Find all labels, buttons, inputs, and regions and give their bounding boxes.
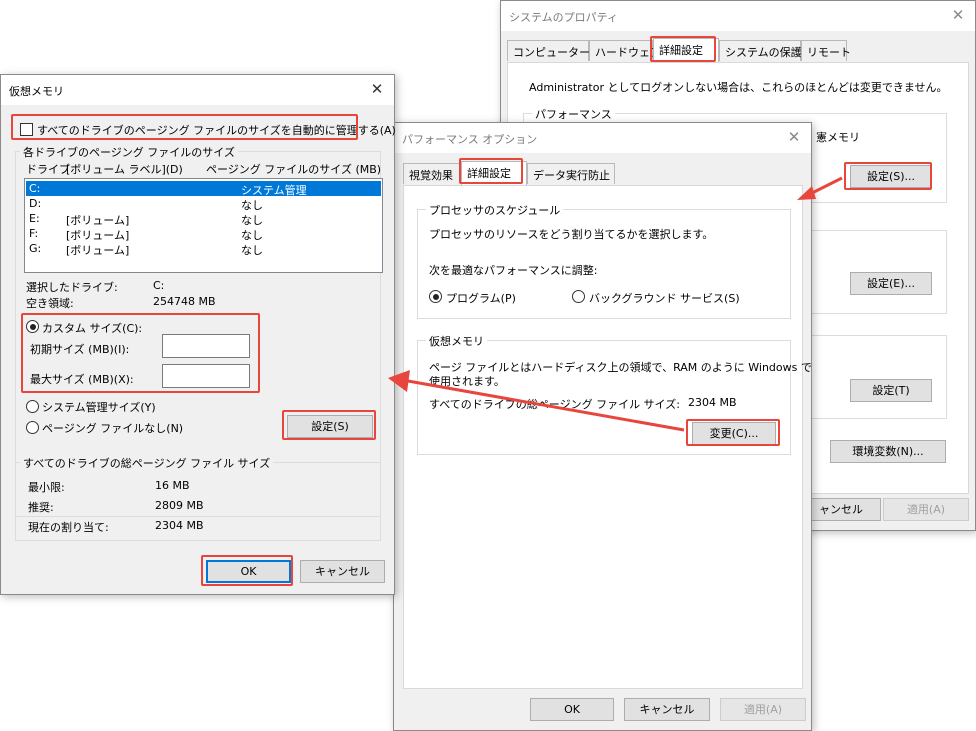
no-paging-label[interactable]: ページング ファイルなし(N) xyxy=(42,420,183,436)
background-services-label[interactable]: バックグラウンド サービス(S) xyxy=(589,290,740,306)
set-button[interactable]: 設定(S) xyxy=(287,415,373,438)
performance-cancel-button[interactable]: キャンセル xyxy=(624,698,710,721)
vm-ok-button[interactable]: OK xyxy=(206,560,291,583)
tab-advanced[interactable]: 詳細設定 xyxy=(653,38,719,62)
virtual-memory-titlebar[interactable]: 仮想メモリ ✕ xyxy=(1,75,394,105)
programs-radio[interactable] xyxy=(429,290,442,303)
selected-drive-label: 選択したドライブ: xyxy=(26,281,118,294)
system-cancel-button[interactable]: ャンセル xyxy=(801,498,881,521)
admin-note: Administrator としてログオンしない場合は、これらのほとんどは変更で… xyxy=(529,81,948,94)
window-title: 仮想メモリ xyxy=(9,85,64,98)
tab-strip: コンピューター名 ハードウェア 詳細設定 システムの保護 リモート xyxy=(507,38,967,62)
vm-cancel-button[interactable]: キャンセル xyxy=(300,560,385,583)
minimum-value: 16 MB xyxy=(155,479,190,492)
auto-manage-checkbox[interactable] xyxy=(20,123,33,136)
performance-options-titlebar[interactable]: パフォーマンス オプション ✕ xyxy=(394,123,811,153)
programs-label[interactable]: プログラム(P) xyxy=(446,290,516,306)
processor-scheduling-label: プロセッサのスケジュール xyxy=(426,202,564,218)
no-paging-radio[interactable] xyxy=(26,421,39,434)
system-managed-radio[interactable] xyxy=(26,400,39,413)
tab-system-protection[interactable]: システムの保護 xyxy=(719,40,802,61)
startup-settings-button[interactable]: 設定(T) xyxy=(850,379,932,402)
tab-visual-effects[interactable]: 視覚効果 xyxy=(403,163,461,184)
vm-total-value: 2304 MB xyxy=(688,396,737,409)
minimum-label: 最小限: xyxy=(28,481,65,494)
total-size-group-label: すべてのドライブの総ページング ファイル サイズ xyxy=(20,455,274,471)
column-header-drive: ドライブ xyxy=(26,163,70,176)
tab-strip: 視覚効果 詳細設定 データ実行防止 xyxy=(403,161,803,185)
adjust-label: 次を最適なパフォーマンスに調整: xyxy=(429,264,598,277)
custom-size-label[interactable]: カスタム サイズ(C): xyxy=(42,320,142,336)
window-title: システムのプロパティ xyxy=(509,11,619,24)
background-services-radio[interactable] xyxy=(572,290,585,303)
per-drive-group-label: 各ドライブのページング ファイルのサイズ xyxy=(20,144,238,160)
drive-row[interactable]: E: [ボリューム] なし xyxy=(26,211,381,227)
recommended-value: 2809 MB xyxy=(155,499,204,512)
initial-size-label: 初期サイズ (MB)(I): xyxy=(30,343,130,356)
performance-options-window: パフォーマンス オプション ✕ 視覚効果 詳細設定 データ実行防止 プロセッサの… xyxy=(393,122,812,731)
drive-list[interactable]: C: システム管理 D: なし E: [ボリューム] なし F: [ボリューム]… xyxy=(24,178,383,273)
drive-row[interactable]: G: [ボリューム] なし xyxy=(26,241,381,257)
current-allocation-value: 2304 MB xyxy=(155,519,204,532)
system-managed-label[interactable]: システム管理サイズ(Y) xyxy=(42,399,156,415)
max-size-label: 最大サイズ (MB)(X): xyxy=(30,373,134,386)
column-header-volume: [ボリューム ラベル](D) xyxy=(66,163,183,176)
vm-description-line2: 使用されます。 xyxy=(429,375,505,388)
scheduling-description: プロセッサのリソースをどう割り当てるかを選択します。 xyxy=(429,228,714,241)
tab-computer-name[interactable]: コンピューター名 xyxy=(507,40,601,61)
performance-settings-button[interactable]: 設定(S)... xyxy=(850,165,932,188)
system-properties-titlebar[interactable]: システムのプロパティ ✕ xyxy=(501,1,975,31)
tab-dep[interactable]: データ実行防止 xyxy=(527,163,615,184)
drive-row[interactable]: C: システム管理 xyxy=(26,181,381,197)
column-header-size: ページング ファイルのサイズ (MB) xyxy=(206,163,382,176)
performance-apply-button[interactable]: 適用(A) xyxy=(720,698,806,721)
selected-drive-value: C: xyxy=(153,279,165,292)
close-icon[interactable]: ✕ xyxy=(368,80,386,98)
performance-group-label: パフォーマンス xyxy=(532,106,615,122)
recommended-label: 推奨: xyxy=(28,501,54,514)
vm-total-label: すべてのドライブの総ページング ファイル サイズ: xyxy=(429,398,680,411)
current-allocation-label: 現在の割り当て: xyxy=(28,521,109,534)
auto-manage-label[interactable]: すべてのドライブのページング ファイルのサイズを自動的に管理する(A) xyxy=(37,122,396,138)
drive-row[interactable]: D: なし xyxy=(26,196,381,212)
drive-row[interactable]: F: [ボリューム] なし xyxy=(26,226,381,242)
free-space-label: 空き領域: xyxy=(26,297,74,310)
tab-remote[interactable]: リモート xyxy=(801,40,851,61)
custom-size-radio[interactable] xyxy=(26,320,39,333)
initial-size-input[interactable] xyxy=(162,334,250,358)
performance-ok-button[interactable]: OK xyxy=(530,698,614,721)
environment-variables-button[interactable]: 環境変数(N)... xyxy=(830,440,946,463)
advanced-pane: プロセッサのスケジュール プロセッサのリソースをどう割り当てるかを選択します。 … xyxy=(403,185,812,689)
profiles-settings-button[interactable]: 設定(E)... xyxy=(850,272,932,295)
system-apply-button[interactable]: 適用(A) xyxy=(883,498,969,521)
close-icon[interactable]: ✕ xyxy=(949,6,967,24)
max-size-input[interactable] xyxy=(162,364,250,388)
tab-hardware[interactable]: ハードウェア xyxy=(589,40,661,61)
free-space-value: 254748 MB xyxy=(153,295,216,308)
tab-advanced[interactable]: 詳細設定 xyxy=(461,161,527,185)
virtual-memory-window: 仮想メモリ ✕ すべてのドライブのページング ファイルのサイズを自動的に管理する… xyxy=(0,74,396,595)
close-icon[interactable]: ✕ xyxy=(785,128,803,146)
performance-partial-text: 憲メモリ xyxy=(816,131,860,144)
change-button[interactable]: 変更(C)... xyxy=(692,422,776,445)
virtual-memory-group-label: 仮想メモリ xyxy=(426,333,487,349)
window-title: パフォーマンス オプション xyxy=(402,133,538,146)
